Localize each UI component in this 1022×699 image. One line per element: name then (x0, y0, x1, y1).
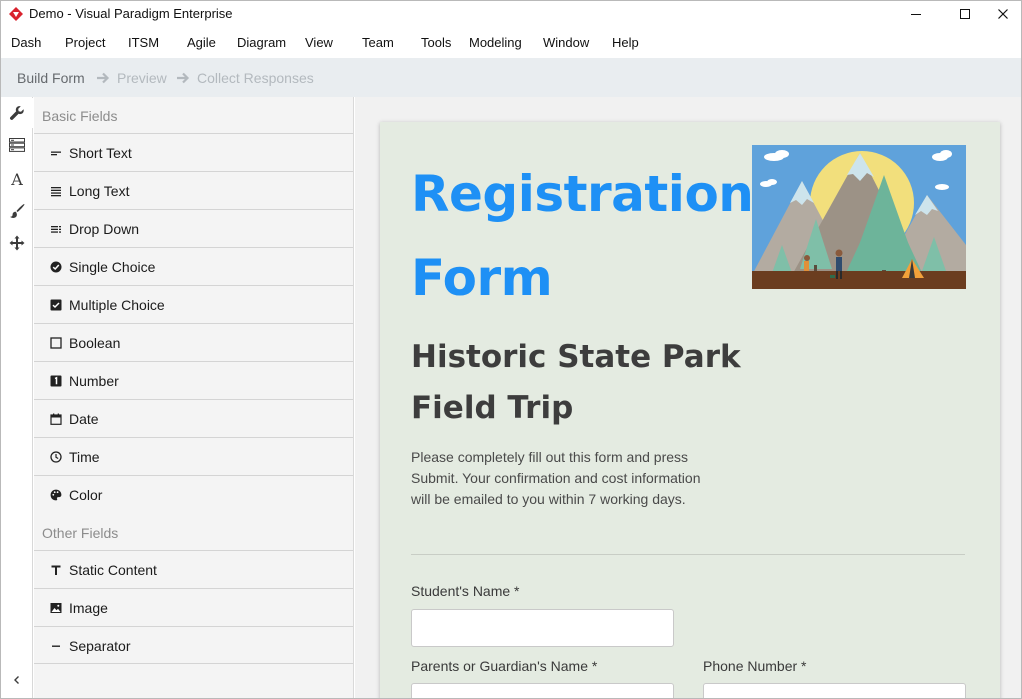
field-number[interactable]: Number (34, 361, 353, 399)
app-window: Demo - Visual Paradigm Enterprise Dash P… (0, 0, 1022, 699)
tool-strip: A (1, 97, 33, 698)
field-image[interactable]: Image (34, 588, 353, 626)
palette-divider (34, 663, 353, 664)
crumb-build-form[interactable]: Build Form (17, 70, 85, 86)
minimize-button[interactable] (897, 1, 935, 27)
field-long-text[interactable]: Long Text (34, 171, 353, 209)
guardian-name-input[interactable] (411, 683, 674, 698)
maximize-icon (960, 9, 970, 19)
field-short-text[interactable]: Short Text (34, 133, 353, 171)
tool-move[interactable] (1, 228, 33, 258)
title-bar: Demo - Visual Paradigm Enterprise (1, 1, 1021, 27)
form-title[interactable]: Registration Form (411, 152, 754, 320)
chevron-left-icon (14, 676, 19, 684)
mountain-camping-illustration (752, 145, 966, 289)
field-palette: Basic Fields Short Text Long Text Drop D… (34, 97, 354, 698)
field-date[interactable]: Date (34, 399, 353, 437)
paint-brush-icon (10, 204, 25, 219)
svg-text:A: A (10, 171, 23, 187)
short-text-icon (34, 134, 68, 172)
menu-team[interactable]: Team (362, 35, 394, 50)
square-icon (34, 324, 68, 362)
radio-checked-icon (34, 248, 68, 286)
menu-bar: Dash Project ITSM Agile Diagram View Tea… (1, 28, 1021, 58)
menu-view[interactable]: View (305, 35, 333, 50)
form-header-image[interactable] (752, 145, 966, 289)
guardian-name-label: Parents or Guardian's Name * (411, 658, 598, 674)
checkbox-checked-icon (34, 286, 68, 324)
menu-itsm[interactable]: ITSM (128, 35, 159, 50)
form-subtitle[interactable]: Historic State Park Field Trip (411, 332, 751, 434)
basic-fields-heading: Basic Fields (42, 108, 118, 124)
student-name-input[interactable] (411, 609, 674, 647)
tool-build[interactable] (1, 98, 33, 128)
phone-number-label: Phone Number * (703, 658, 807, 674)
tool-style[interactable] (1, 196, 33, 226)
field-separator[interactable]: Separator (34, 626, 353, 664)
visual-paradigm-logo-icon (8, 6, 24, 22)
menu-project[interactable]: Project (65, 35, 105, 50)
menu-diagram[interactable]: Diagram (237, 35, 286, 50)
phone-number-input[interactable] (703, 683, 966, 698)
field-time[interactable]: Time (34, 437, 353, 475)
menu-agile[interactable]: Agile (187, 35, 216, 50)
form-description[interactable]: Please completely fill out this form and… (411, 447, 721, 510)
dropdown-icon (34, 210, 68, 248)
field-multiple-choice[interactable]: Multiple Choice (34, 285, 353, 323)
image-icon (34, 589, 68, 627)
long-text-icon (34, 172, 68, 210)
minimize-icon (911, 14, 921, 15)
crumb-preview[interactable]: Preview (117, 70, 167, 86)
form-separator (411, 554, 965, 555)
other-fields-heading: Other Fields (42, 525, 119, 541)
tool-layout[interactable] (1, 130, 33, 160)
clock-icon (34, 438, 68, 476)
palette-icon (34, 476, 68, 514)
list-layout-icon (9, 138, 25, 152)
form-canvas: Registration Form Historic State Park Fi… (355, 97, 1021, 698)
arrow-right-icon (97, 72, 110, 84)
close-button[interactable] (984, 1, 1021, 27)
calendar-icon (34, 400, 68, 438)
field-single-choice[interactable]: Single Choice (34, 247, 353, 285)
field-drop-down[interactable]: Drop Down (34, 209, 353, 247)
form-card[interactable]: Registration Form Historic State Park Fi… (380, 122, 1000, 698)
menu-help[interactable]: Help (612, 35, 639, 50)
move-icon (9, 235, 25, 251)
student-name-label: Student's Name * (411, 583, 520, 599)
field-boolean[interactable]: Boolean (34, 323, 353, 361)
crumb-collect-responses[interactable]: Collect Responses (197, 70, 314, 86)
collapse-panel-button[interactable] (1, 665, 33, 695)
number-icon (34, 362, 68, 400)
tool-font[interactable]: A (1, 164, 33, 194)
menu-modeling[interactable]: Modeling (469, 35, 522, 50)
field-static-content[interactable]: Static Content (34, 550, 353, 588)
close-icon (998, 9, 1008, 19)
menu-dash[interactable]: Dash (11, 35, 41, 50)
menu-tools[interactable]: Tools (421, 35, 451, 50)
maximize-button[interactable] (946, 1, 984, 27)
separator-icon (34, 627, 68, 665)
breadcrumb: Build Form Preview Collect Responses (1, 58, 1021, 97)
font-icon: A (10, 171, 23, 187)
arrow-right-icon (177, 72, 190, 84)
text-t-icon (34, 551, 68, 589)
menu-window[interactable]: Window (543, 35, 589, 50)
window-title: Demo - Visual Paradigm Enterprise (29, 6, 233, 21)
wrench-icon (9, 106, 24, 120)
field-color[interactable]: Color (34, 475, 353, 513)
